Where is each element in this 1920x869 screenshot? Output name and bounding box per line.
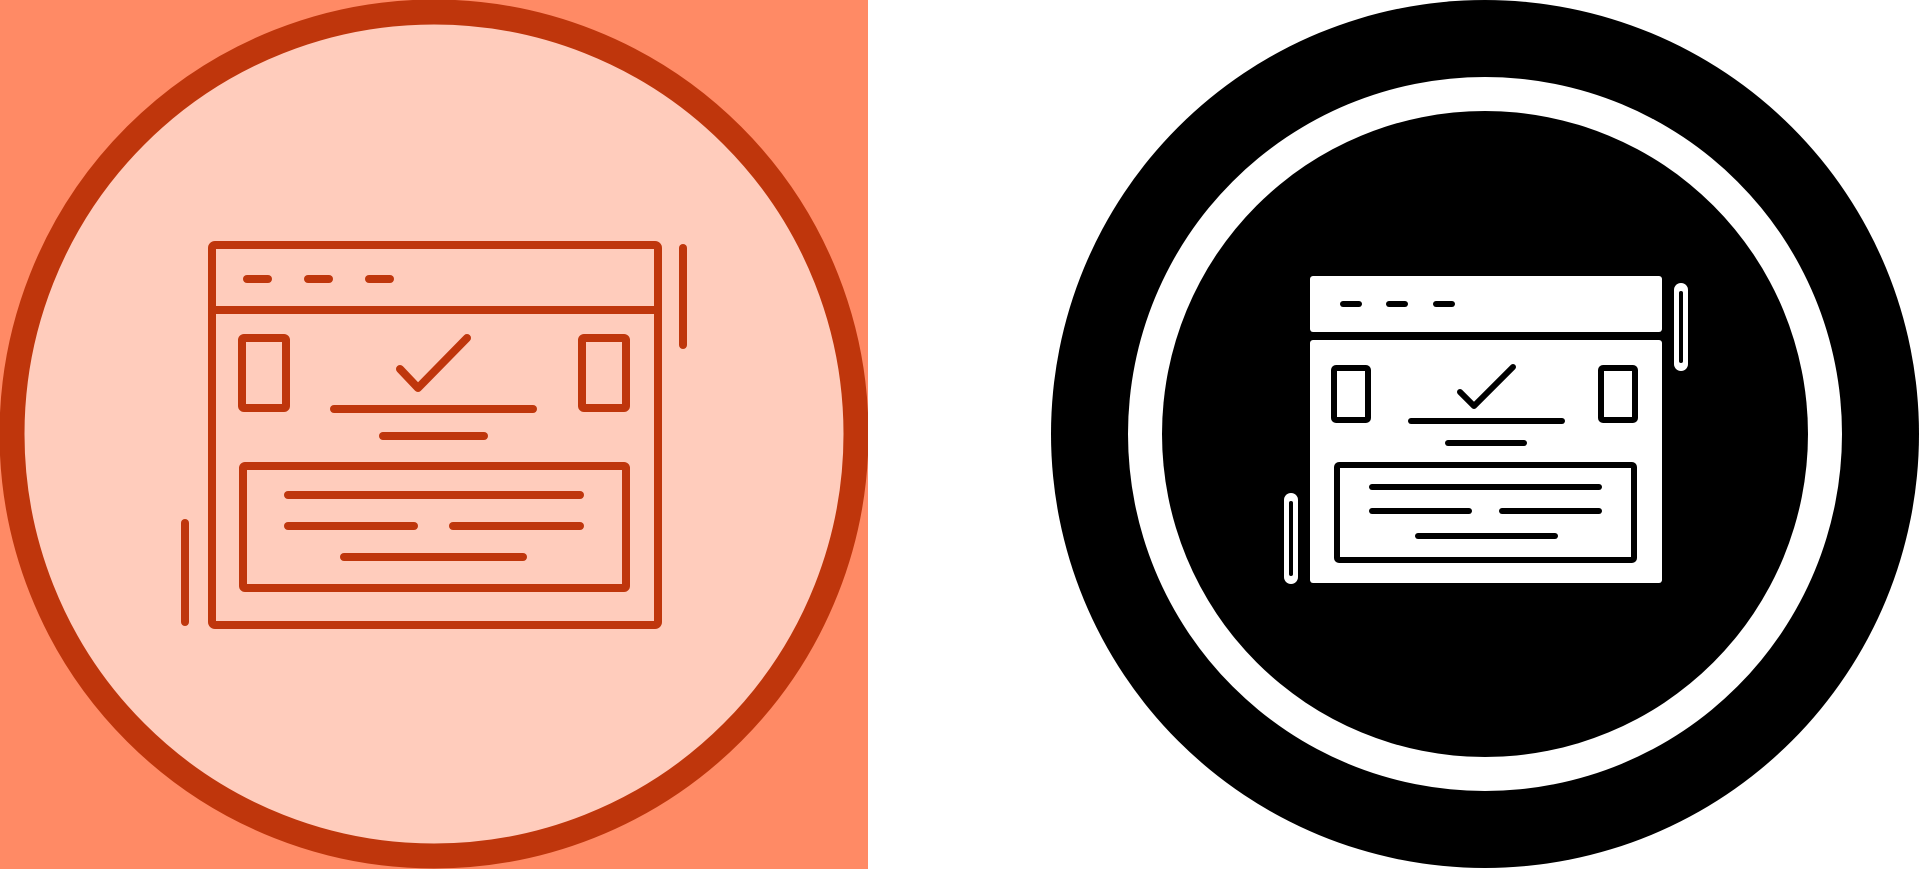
browser-check-icon <box>1050 0 1920 869</box>
line-style-icon-panel <box>0 0 868 869</box>
glyph-style-icon-panel <box>1050 0 1920 869</box>
icon-preview-canvas <box>0 0 1920 869</box>
title-bar <box>1310 276 1662 332</box>
browser-check-icon <box>0 0 868 869</box>
window-body <box>1310 340 1662 583</box>
browser-window-icon <box>1284 276 1688 584</box>
